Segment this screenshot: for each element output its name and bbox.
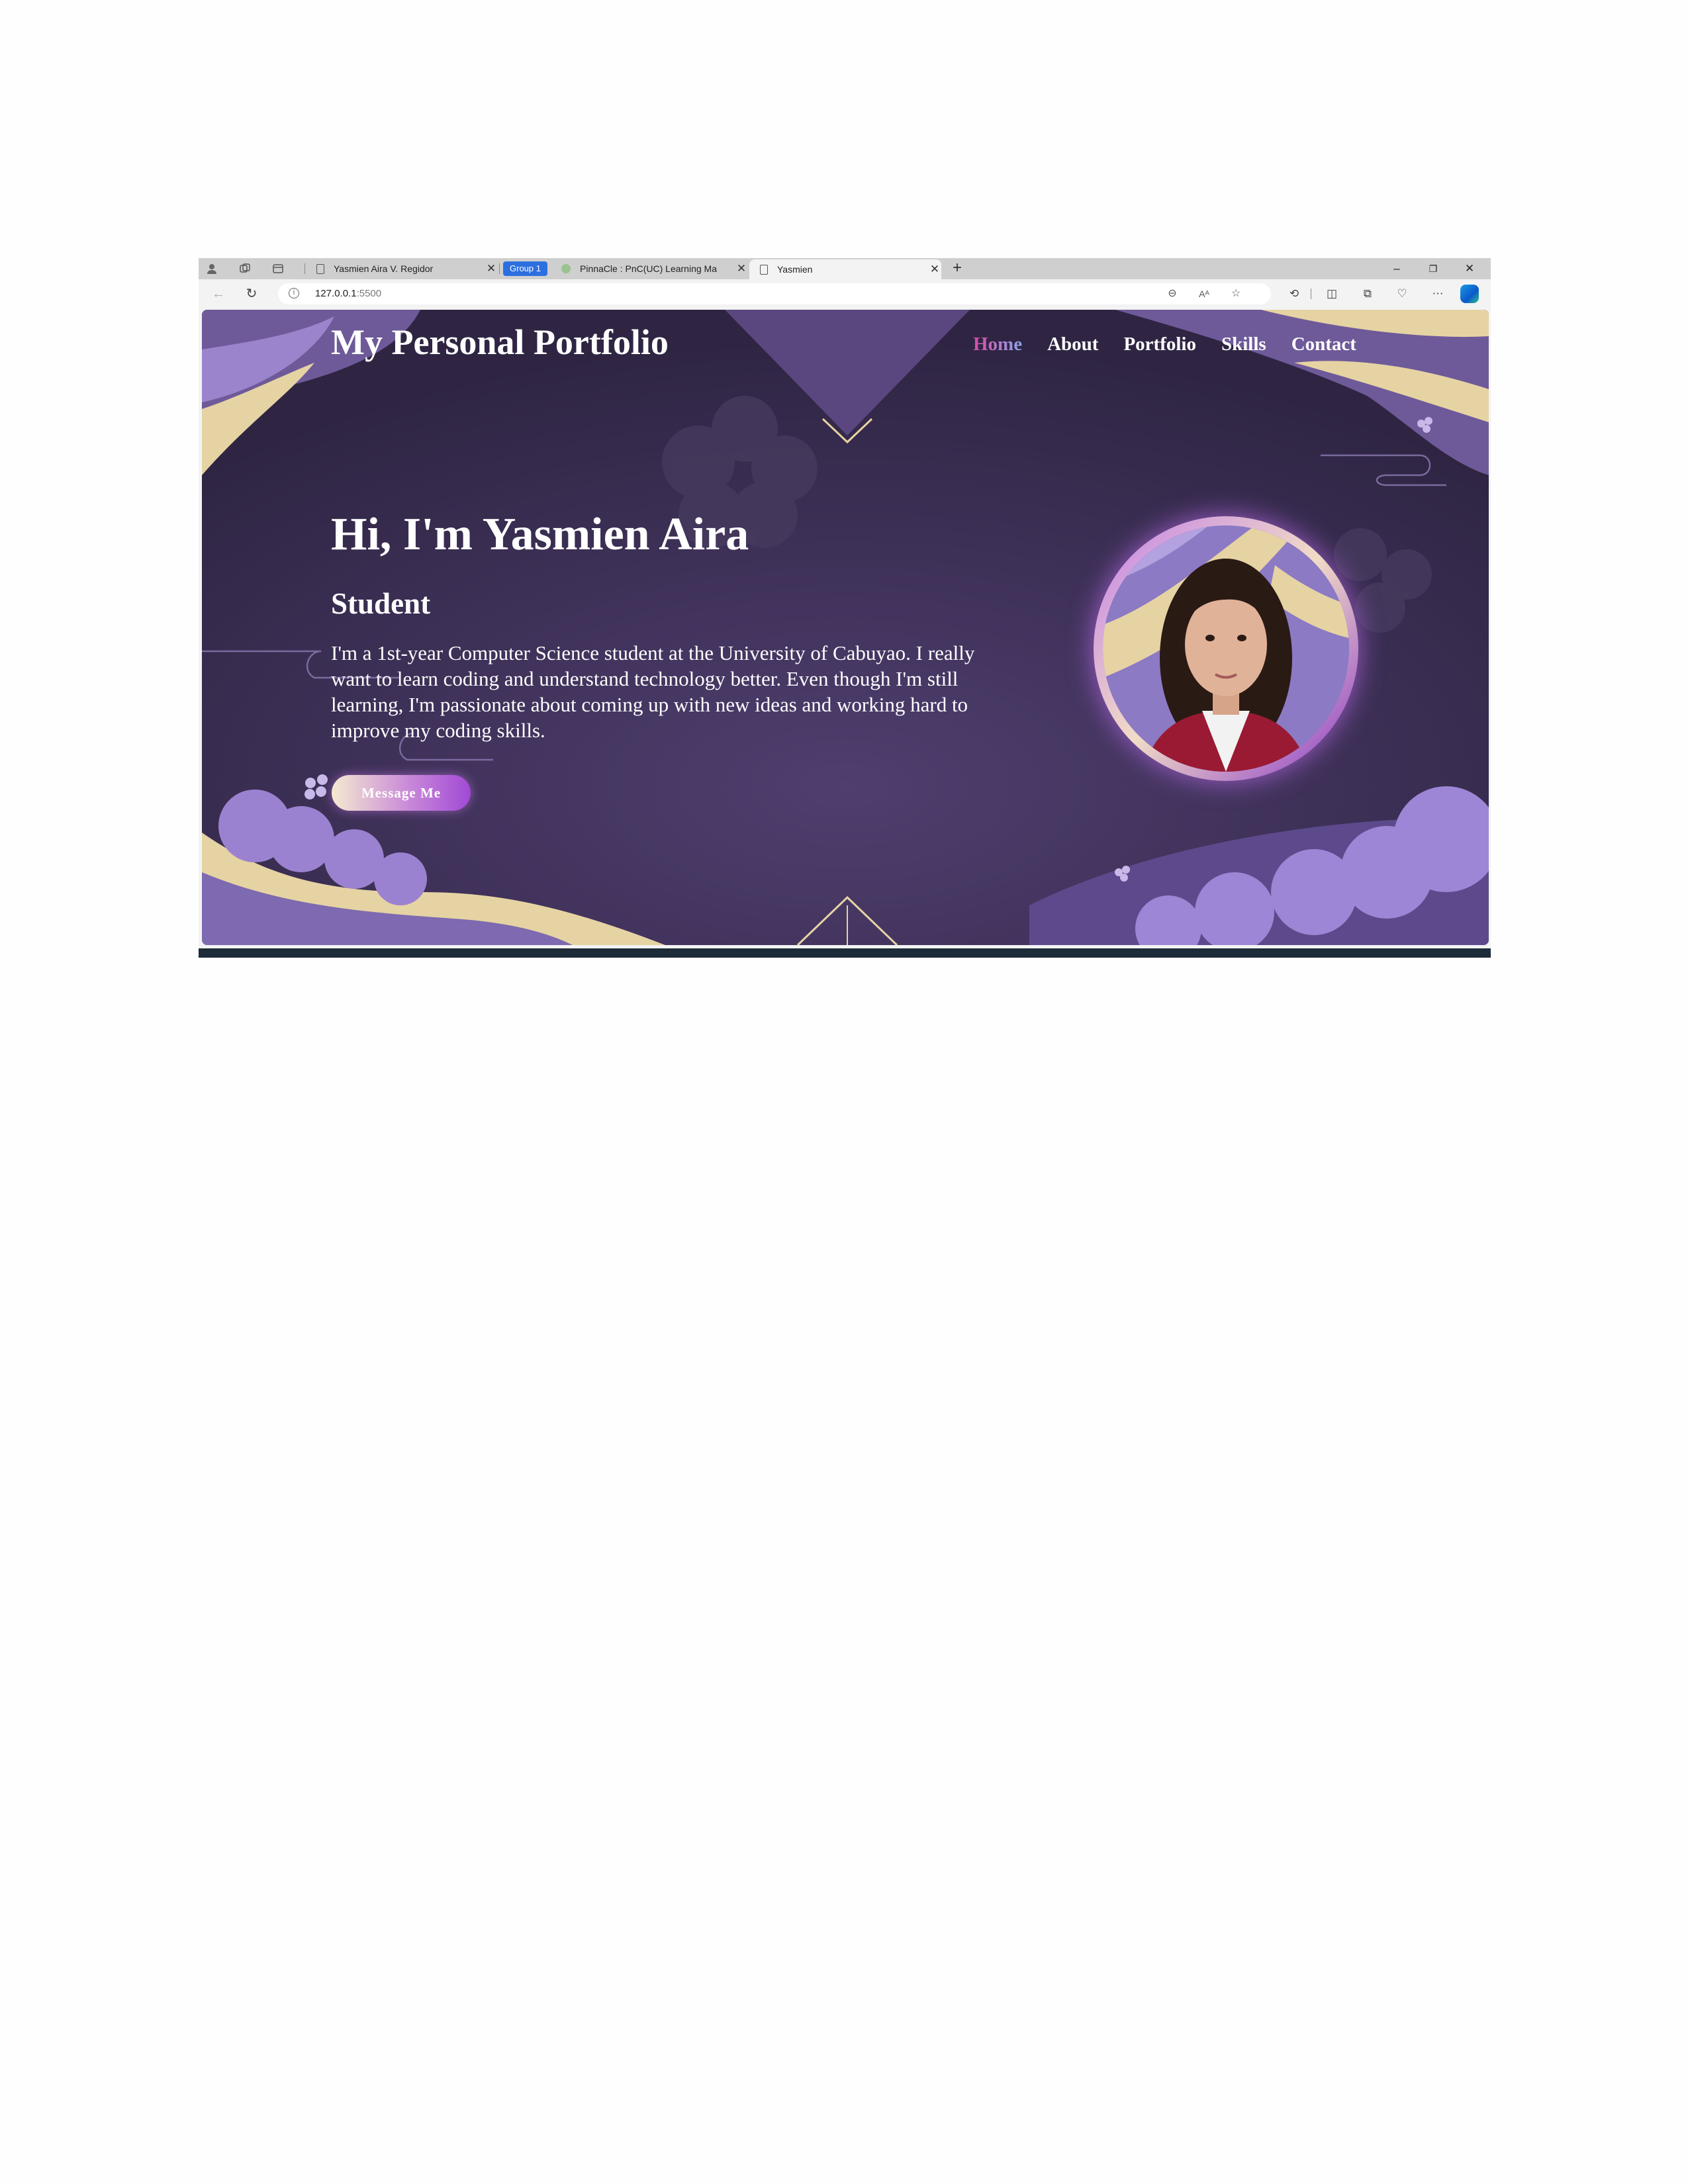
hero-description: I'm a 1st-year Computer Science student … xyxy=(331,641,975,742)
close-icon[interactable]: ✕ xyxy=(928,263,941,276)
nav-about[interactable]: About xyxy=(1047,334,1098,355)
tab-separator xyxy=(499,263,500,274)
page-viewport: My Personal Portfolio Home About Portfol… xyxy=(202,310,1489,945)
extensions-icon[interactable]: ⟲ xyxy=(1286,286,1302,302)
tab-pinnacle[interactable]: PinnaCle : PnC(UC) Learning Ma ✕ xyxy=(549,259,748,278)
close-icon[interactable]: ✕ xyxy=(735,262,748,275)
page-icon xyxy=(760,264,768,275)
zoom-out-icon[interactable]: ⊖ xyxy=(1165,287,1180,301)
close-window-icon[interactable]: ✕ xyxy=(1460,261,1479,277)
nav-contact[interactable]: Contact xyxy=(1291,334,1356,355)
hero-subheading: Student xyxy=(331,587,431,620)
address-bar[interactable]: i 127.0.0.1:5500 ⊖ Aᴬ ☆ xyxy=(278,283,1271,304)
page-icon xyxy=(316,263,324,274)
minimize-icon[interactable]: – xyxy=(1387,261,1407,277)
message-me-button[interactable]: Message Me xyxy=(332,775,471,811)
more-icon[interactable]: ⋯ xyxy=(1430,286,1446,302)
tab-actions-icon[interactable] xyxy=(271,262,285,275)
profile-photo xyxy=(1094,516,1358,781)
main-nav: Home About Portfolio Skills Contact xyxy=(973,334,1356,355)
tab-yasmien-aira[interactable]: Yasmien Aira V. Regidor ✕ xyxy=(306,259,498,278)
tab-group-chip[interactable]: Group 1 xyxy=(503,261,547,276)
performance-icon[interactable]: ♡ xyxy=(1394,286,1410,302)
tab-title: PinnaCle : PnC(UC) Learning Ma xyxy=(580,263,717,274)
site-favicon-icon xyxy=(561,264,571,273)
toolbar: ← ↻ i 127.0.0.1:5500 ⊖ Aᴬ ☆ ⟲ ◫ ⧉ ♡ ⋯ xyxy=(199,279,1491,308)
tab-title: Yasmien Aira V. Regidor xyxy=(334,263,434,274)
refresh-icon[interactable]: ↻ xyxy=(244,286,259,302)
hero-heading: Hi, I'm Yasmien Aira xyxy=(331,509,749,560)
nav-home[interactable]: Home xyxy=(973,334,1022,355)
tab-strip: Yasmien Aira V. Regidor ✕ Group 1 PinnaC… xyxy=(199,258,1491,279)
browser-window: Yasmien Aira V. Regidor ✕ Group 1 PinnaC… xyxy=(199,258,1491,958)
url-text[interactable]: 127.0.0.1:5500 xyxy=(315,288,381,299)
site-title: My Personal Portfolio xyxy=(331,322,669,362)
new-tab-icon[interactable]: + xyxy=(948,259,966,278)
collections-icon[interactable]: ⧉ xyxy=(1360,286,1376,302)
taskbar xyxy=(199,948,1491,958)
restore-icon[interactable]: ❐ xyxy=(1423,261,1443,277)
close-icon[interactable]: ✕ xyxy=(485,262,498,275)
nav-portfolio[interactable]: Portfolio xyxy=(1123,334,1196,355)
back-icon[interactable]: ← xyxy=(211,286,226,302)
read-aloud-icon[interactable]: Aᴬ xyxy=(1197,287,1211,301)
profile-icon[interactable] xyxy=(205,262,218,275)
tab-title: Yasmien xyxy=(777,264,813,275)
nav-skills[interactable]: Skills xyxy=(1221,334,1266,355)
portrait-illustration xyxy=(1103,525,1349,772)
favorite-icon[interactable]: ☆ xyxy=(1229,287,1243,301)
avatar xyxy=(1103,525,1349,772)
tab-yasmien[interactable]: Yasmien ✕ xyxy=(749,259,941,279)
split-screen-icon[interactable]: ◫ xyxy=(1324,286,1340,302)
workspaces-icon[interactable] xyxy=(238,262,252,275)
info-icon[interactable]: i xyxy=(289,288,299,298)
copilot-icon[interactable] xyxy=(1460,285,1479,303)
